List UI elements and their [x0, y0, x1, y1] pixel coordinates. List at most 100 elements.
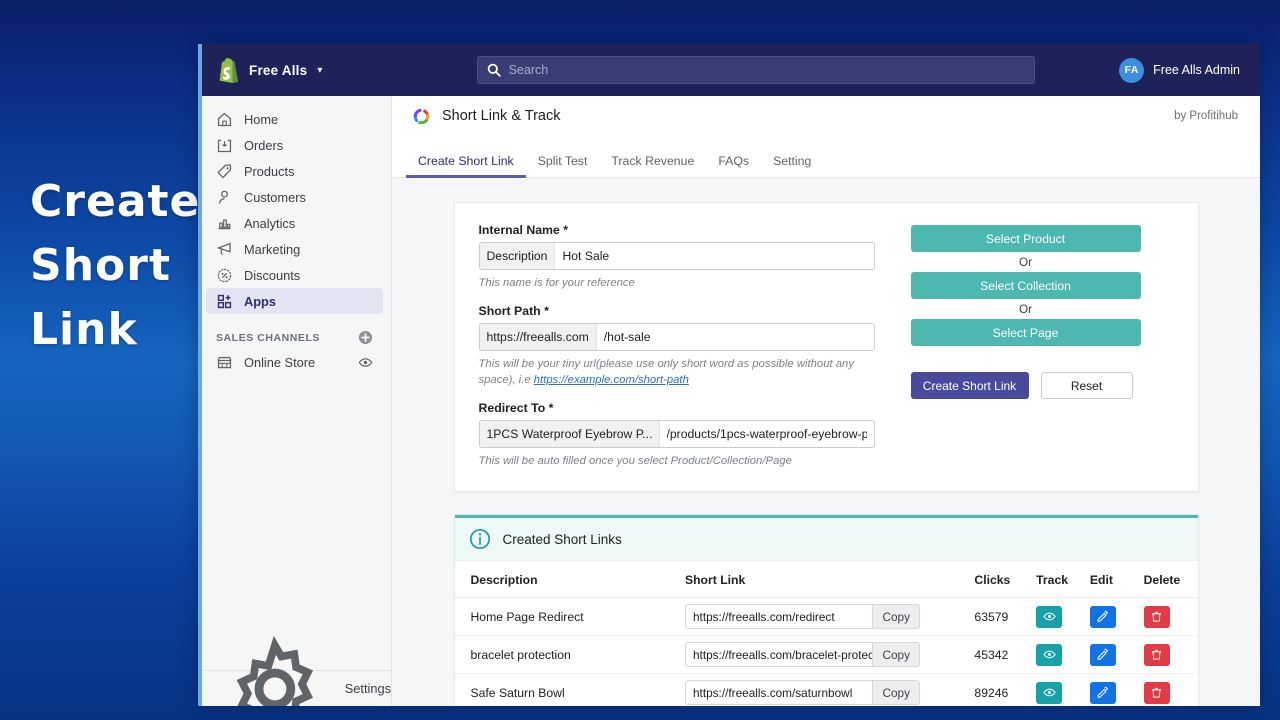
eye-icon [1043, 650, 1056, 659]
gear-icon [236, 635, 314, 706]
sidebar-item-marketing[interactable]: Marketing [206, 236, 383, 262]
cell-track [1036, 597, 1090, 636]
short-link-url: https://freealls.com/bracelet-protection [692, 647, 872, 662]
home-icon [217, 112, 232, 126]
app-author: by Profitihub [1174, 110, 1238, 122]
sidebar-item-label: Settings [344, 681, 391, 696]
create-short-link-form: Internal Name * Description This name is… [453, 202, 1199, 492]
sidebar-item-products[interactable]: Products [206, 158, 383, 184]
column-header-delete: Delete [1143, 561, 1198, 598]
delete-button[interactable] [1143, 681, 1170, 704]
sidebar-item-home[interactable]: Home [206, 106, 383, 132]
short-link-copy-group[interactable]: https://freealls.com/bracelet-protection… [684, 642, 920, 667]
short-link-url: https://freealls.com/redirect [692, 609, 835, 624]
cell-delete [1143, 673, 1198, 706]
bar-chart-icon [218, 219, 231, 229]
megaphone-icon [216, 242, 231, 255]
sidebar-item-orders[interactable]: Orders [206, 132, 383, 158]
short-link-copy-group[interactable]: https://freealls.com/saturnbowl Copy [684, 680, 920, 705]
reset-button[interactable]: Reset [1040, 372, 1133, 399]
info-circle-icon [469, 528, 490, 550]
sidebar-item-online-store[interactable]: Online Store [206, 349, 383, 375]
internal-name-prefix: Description [479, 243, 556, 269]
copy-button[interactable]: Copy [872, 643, 919, 666]
delete-button[interactable] [1143, 643, 1170, 666]
trash-icon [1152, 687, 1162, 698]
table-row: Safe Saturn Bowl https://freealls.com/sa… [454, 673, 1198, 706]
redirect-to-field[interactable]: 1PCS Waterproof Eyebrow P... [478, 420, 875, 448]
app-header: Short Link & Track by Profitihub [392, 96, 1260, 136]
search-box[interactable] [476, 56, 1035, 84]
sidebar-item-analytics[interactable]: Analytics [206, 210, 383, 236]
brand-store-switcher[interactable]: Free Alls ▾ [198, 57, 392, 83]
track-button[interactable] [1036, 681, 1063, 704]
select-product-button[interactable]: Select Product [910, 225, 1141, 252]
column-header-clicks: Clicks [974, 561, 1037, 598]
sidebar-item-apps[interactable]: Apps [206, 288, 383, 314]
color-ring-logo-icon [413, 108, 430, 124]
sidebar-item-label: Orders [244, 137, 284, 153]
table-header: Description Short Link Clicks Track Edit… [454, 561, 1198, 598]
sidebar-item-label: Products [244, 163, 295, 179]
cell-edit [1089, 635, 1144, 674]
redirect-to-input[interactable] [659, 421, 874, 447]
cell-edit [1089, 673, 1144, 706]
select-page-button[interactable]: Select Page [910, 319, 1141, 346]
copy-button[interactable]: Copy [872, 681, 919, 704]
eye-icon[interactable] [358, 355, 373, 370]
edit-button[interactable] [1089, 681, 1116, 704]
redirect-to-help: This will be auto filled once you select… [478, 455, 792, 467]
sidebar-item-label: Customers [244, 189, 306, 205]
internal-name-field[interactable]: Description [478, 242, 875, 270]
short-path-example-link[interactable]: https://example.com/short-path [534, 374, 689, 386]
sidebar-item-label: Home [244, 111, 279, 127]
pencil-icon [1098, 648, 1109, 660]
plus-circle-icon[interactable] [358, 330, 373, 345]
column-header-edit: Edit [1089, 561, 1144, 598]
internal-name-input[interactable] [555, 243, 874, 269]
sales-channels-header: SALES CHANNELS [216, 330, 373, 345]
tab-setting[interactable]: Setting [761, 154, 823, 177]
track-button[interactable] [1036, 643, 1063, 666]
sidebar: Home Orders Products Customers Analytics… [198, 96, 392, 706]
cell-description: Home Page Redirect [454, 597, 685, 636]
copy-button[interactable]: Copy [872, 605, 919, 628]
delete-button[interactable] [1143, 605, 1170, 628]
search-input[interactable] [508, 63, 1025, 77]
sales-channels-label: SALES CHANNELS [216, 331, 320, 344]
sidebar-item-label: Online Store [244, 354, 316, 370]
shopify-bag-icon [219, 57, 238, 83]
track-button[interactable] [1036, 605, 1063, 628]
short-path-input[interactable] [596, 324, 874, 350]
sidebar-item-label: Marketing [244, 241, 301, 257]
created-short-links-table: Description Short Link Clicks Track Edit… [454, 561, 1198, 706]
sidebar-item-settings[interactable]: Settings [198, 635, 391, 706]
search-container [392, 56, 1119, 84]
user-menu[interactable]: FA Free Alls Admin [1119, 57, 1260, 83]
tab-track-revenue[interactable]: Track Revenue [599, 154, 706, 177]
sidebar-item-discounts[interactable]: Discounts [206, 262, 383, 288]
short-link-copy-group[interactable]: https://freealls.com/redirect Copy [684, 604, 920, 629]
form-selectors-column: Select Product Or Select Collection Or S… [910, 223, 1174, 469]
select-collection-button[interactable]: Select Collection [910, 272, 1141, 299]
cell-description: bracelet protection [454, 635, 685, 674]
sidebar-item-label: Apps [244, 293, 276, 309]
discount-percent-icon [217, 268, 232, 282]
column-header-track: Track [1036, 561, 1090, 598]
short-path-label: Short Path * [478, 304, 549, 318]
overlay-headline: Create Short Link [30, 170, 200, 362]
trash-icon [1152, 649, 1162, 660]
sidebar-item-label: Analytics [244, 215, 296, 231]
cell-edit [1089, 597, 1144, 636]
cell-short-link: https://freealls.com/saturnbowl Copy [684, 673, 975, 706]
edit-button[interactable] [1089, 605, 1116, 628]
edit-button[interactable] [1089, 643, 1116, 666]
tab-faqs[interactable]: FAQs [706, 154, 761, 177]
search-icon [487, 63, 501, 77]
sidebar-item-customers[interactable]: Customers [206, 184, 383, 210]
create-short-link-button[interactable]: Create Short Link [910, 372, 1029, 399]
tab-create-short-link[interactable]: Create Short Link [406, 154, 526, 178]
tab-split-test[interactable]: Split Test [526, 154, 600, 177]
short-path-field[interactable]: https://freealls.com [478, 323, 875, 351]
redirect-to-label: Redirect To * [478, 401, 554, 415]
